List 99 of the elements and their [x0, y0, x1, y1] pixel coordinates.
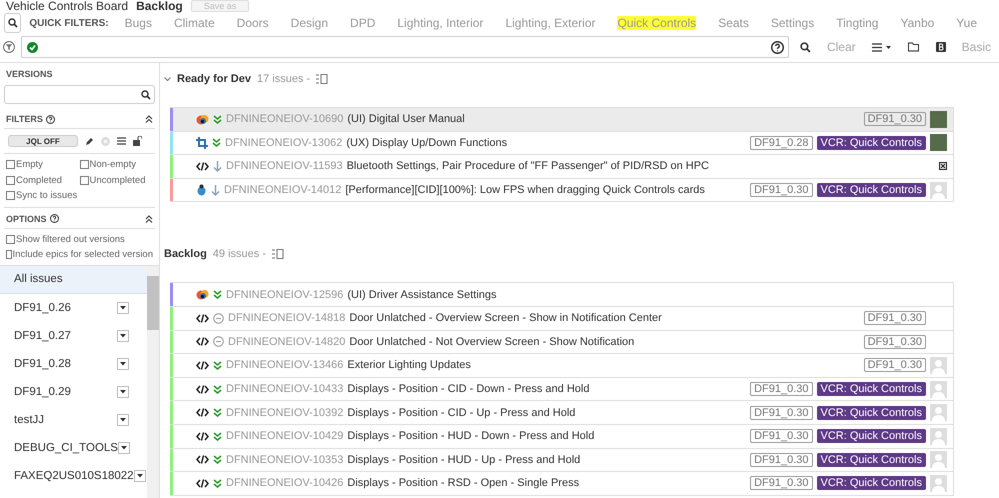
- issue-summary: Door Unlatched - Overview Screen - Show in Notification Center: [349, 312, 663, 324]
- unlock-icon[interactable]: [133, 136, 142, 146]
- checkbox[interactable]: Uncompleted: [80, 172, 153, 188]
- section-title: Ready for Dev: [177, 73, 251, 85]
- caret-icon[interactable]: [120, 362, 126, 366]
- collapse-icon[interactable]: [145, 214, 153, 222]
- caret-icon[interactable]: [120, 446, 127, 450]
- caret-icon[interactable]: [120, 390, 126, 394]
- issue-summary: Displays - Position - HUD - Down - Press and Hold: [347, 430, 596, 442]
- search-icon[interactable]: [8, 18, 18, 28]
- issue-row[interactable]: DFNINEONEIOV-11593 Bluetooth Settings, Pair Procedure of "FF Passenger" of PID/RSD on HPC: [170, 155, 954, 179]
- b-icon[interactable]: [936, 42, 946, 52]
- versions-heading: VERSIONS: [6, 69, 53, 79]
- epic-tag: VCR: Quick Controls: [816, 406, 926, 420]
- version-tag: DF91_0.30: [864, 311, 926, 326]
- issue-count: 49 issues -: [212, 248, 266, 260]
- issue-row[interactable]: DFNINEONEIOV-14012 [Performance][CID][100%]: Low FPS when dragging Quick Controls cards DF91_0.30 VCR: Quick Controls: [170, 178, 954, 202]
- caret-icon[interactable]: [120, 306, 126, 310]
- dropdown-button[interactable]: [117, 386, 129, 398]
- version-tag: DF91_0.30: [750, 183, 813, 198]
- folder-icon[interactable]: [908, 42, 920, 52]
- quick-filters-label: QUICK FILTERS:: [29, 18, 109, 28]
- issue-summary: Displays - Position - RSD - Open - Single Press: [347, 477, 580, 490]
- help-icon[interactable]: [770, 40, 784, 54]
- issue-summary: Exterior Lighting Updates: [347, 359, 472, 372]
- options-heading: OPTIONS: [6, 214, 47, 224]
- filters-heading: FILTERS: [6, 114, 43, 124]
- issue-row[interactable]: DFNINEONEIOV-10690 (UI) Digital User Manual DF91_0.30: [170, 108, 954, 132]
- issue-summary: Door Unlatched - Not Overview Screen - Show Notification: [349, 336, 636, 348]
- checkbox[interactable]: Sync to issues: [6, 188, 153, 204]
- checkbox[interactable]: Non-empty: [80, 157, 153, 172]
- checkbox[interactable]: Show filtered out versions: [6, 232, 153, 247]
- checkbox[interactable]: Include epics for selected version: [6, 247, 153, 262]
- dropdown-button[interactable]: [118, 442, 130, 454]
- epic-tag: VCR: Quick Controls: [816, 136, 926, 150]
- search-button[interactable]: [4, 13, 22, 33]
- issue-summary: [Performance][CID][100%]: Low FPS when dragging Quick Controls cards: [345, 184, 706, 196]
- section-title: Backlog: [164, 248, 207, 260]
- version-tag: DF91_0.30: [864, 358, 926, 372]
- collapse-icon[interactable]: [145, 115, 153, 123]
- dropdown-button[interactable]: [117, 330, 129, 342]
- checkbox[interactable]: Empty: [6, 157, 80, 172]
- issue-row[interactable]: DFNINEONEIOV-13466 Exterior Lighting Updates DF91_0.30: [170, 354, 954, 378]
- epic-tag: VCR: Quick Controls: [816, 382, 926, 396]
- issue-summary: Displays - Position - CID - Up - Press and Hold: [347, 406, 576, 419]
- epic-tag: VCR: Quick Controls: [816, 452, 926, 467]
- pencil-icon[interactable]: [85, 136, 94, 146]
- check-circle-icon: [26, 42, 38, 52]
- dropdown-button[interactable]: [117, 302, 129, 314]
- list-icon[interactable]: [117, 137, 126, 145]
- board-title: Vehicle Controls Board: [6, 0, 128, 12]
- scrollbar[interactable]: [147, 266, 159, 498]
- caret-icon[interactable]: [120, 334, 126, 338]
- version-tag: DF91_0.28: [750, 136, 813, 150]
- epic-tag: VCR: Quick Controls: [816, 476, 926, 490]
- board-icon[interactable]: [272, 249, 284, 260]
- issue-row[interactable]: DFNINEONEIOV-10353 Displays - Position - HUD - Up - Press and Hold DF91_0.30 VCR: Quick Controls: [170, 448, 954, 472]
- version-tag: DF91_0.30: [864, 112, 926, 126]
- chevron-down-icon[interactable]: [164, 76, 171, 82]
- issue-count: 17 issues -: [256, 73, 310, 85]
- issue-row[interactable]: DFNINEONEIOV-14818 Door Unlatched - Overview Screen - Show in Notification Center DF91_0.30: [170, 306, 954, 331]
- search-icon[interactable]: [141, 90, 151, 100]
- version-tag: DF91_0.30: [750, 429, 813, 444]
- epic-tag: VCR: Quick Controls: [816, 429, 926, 444]
- dropdown-button[interactable]: [117, 358, 129, 370]
- issue-row[interactable]: DFNINEONEIOV-10429 Displays - Position - HUD - Down - Press and Hold DF91_0.30 VCR: Quick Controls: [170, 424, 954, 449]
- version-tag: DF91_0.30: [750, 406, 813, 420]
- query-field[interactable]: [20, 36, 789, 58]
- epic-tag: VCR: Quick Controls: [816, 183, 926, 198]
- version-tag: DF91_0.30: [750, 476, 813, 490]
- issue-row[interactable]: DFNINEONEIOV-10392 Displays - Position - CID - Up - Press and Hold DF91_0.30 VCR: Quick Controls: [170, 401, 954, 425]
- issue-summary: Bluetooth Settings, Pair Procedure of "FF Passenger" of PID/RSD on HPC: [346, 160, 710, 172]
- issue-summary: (UI) Digital User Manual: [347, 113, 466, 126]
- issue-row[interactable]: DFNINEONEIOV-10433 Displays - Position - CID - Down - Press and Hold DF91_0.30 VCR: Quick Controls: [170, 378, 954, 402]
- versions-search-field[interactable]: [4, 85, 155, 104]
- help-icon[interactable]: [50, 214, 59, 223]
- menu-icon[interactable]: [872, 42, 892, 52]
- issue-summary: Displays - Position - HUD - Up - Press and Hold: [347, 454, 582, 466]
- issue-summary: (UX) Display Up/Down Functions: [346, 136, 508, 149]
- issue-summary: (UI) Driver Assistance Settings: [347, 288, 498, 301]
- version-tag: DF91_0.30: [750, 382, 813, 396]
- issue-row[interactable]: DFNINEONEIOV-10426 Displays - Position - RSD - Open - Single Press DF91_0.30 VCR: Quick Controls: [170, 472, 954, 496]
- caret-icon[interactable]: [120, 418, 126, 422]
- dropdown-button[interactable]: [117, 414, 129, 426]
- issue-summary: Displays - Position - CID - Down - Press and Hold: [347, 383, 590, 396]
- dropdown-button[interactable]: [134, 470, 146, 482]
- board-icon[interactable]: [316, 74, 328, 84]
- issue-row[interactable]: DFNINEONEIOV-14820 Door Unlatched - Not Overview Screen - Show Notification DF91_0.30: [170, 330, 954, 354]
- version-tag: DF91_0.30: [750, 452, 813, 467]
- issue-row[interactable]: DFNINEONEIOV-13062 (UX) Display Up/Down Functions DF91_0.28 VCR: Quick Controls: [170, 132, 954, 156]
- caret-icon[interactable]: [136, 474, 143, 478]
- version-tag: DF91_0.30: [864, 334, 926, 349]
- checkbox[interactable]: Completed: [6, 172, 80, 188]
- issue-row[interactable]: DFNINEONEIOV-12596 (UI) Driver Assistance Settings: [170, 283, 954, 307]
- version-item[interactable]: All issues: [0, 266, 147, 294]
- jql-toggle-button[interactable]: JQL OFF: [8, 135, 78, 147]
- board-subtitle: Backlog: [136, 0, 183, 12]
- help-icon[interactable]: [46, 114, 55, 124]
- search-icon[interactable]: [800, 42, 811, 52]
